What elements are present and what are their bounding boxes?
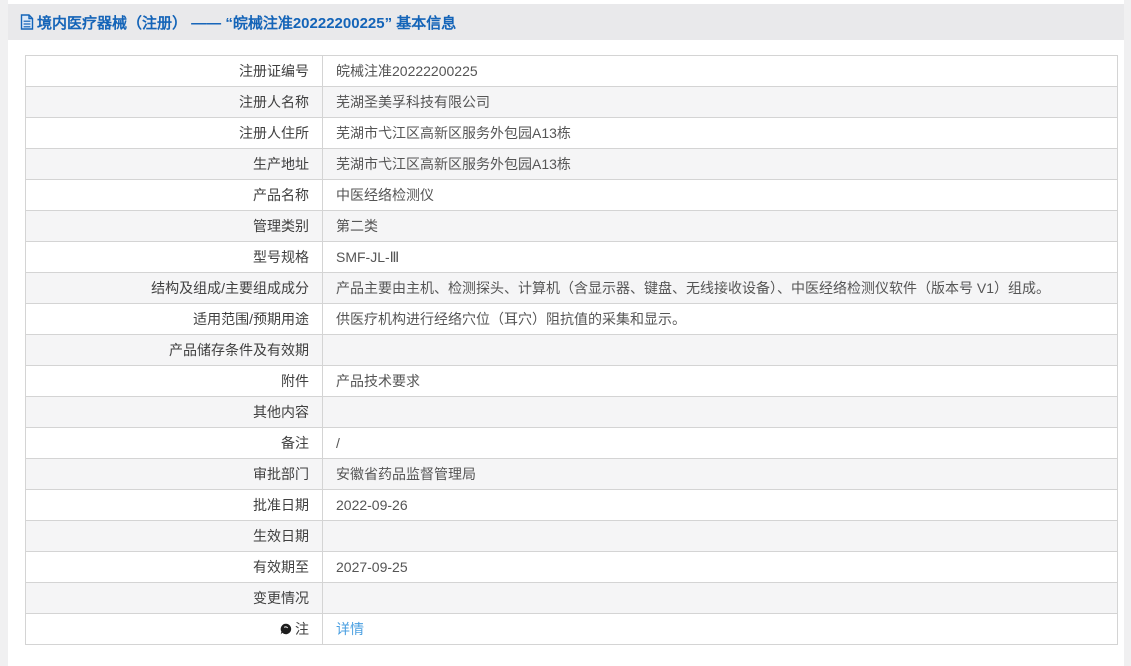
table-row: 变更情况 xyxy=(25,582,1118,614)
row-value: 详情 xyxy=(322,613,1118,645)
row-value: 芜湖市弋江区高新区服务外包园A13栋 xyxy=(322,117,1118,149)
row-label: 批准日期 xyxy=(25,489,323,521)
row-label: 型号规格 xyxy=(25,241,323,273)
row-value: 2022-09-26 xyxy=(322,489,1118,521)
row-label: 审批部门 xyxy=(25,458,323,490)
table-row: 适用范围/预期用途 供医疗机构进行经络穴位（耳穴）阻抗值的采集和显示。 xyxy=(25,303,1118,335)
table-row: 批准日期 2022-09-26 xyxy=(25,489,1118,521)
row-value: 皖械注准20222200225 xyxy=(322,55,1118,87)
row-value: / xyxy=(322,427,1118,459)
row-label: 产品名称 xyxy=(25,179,323,211)
row-label: 注 xyxy=(25,613,323,645)
row-value: 产品主要由主机、检测探头、计算机（含显示器、键盘、无线接收设备）、中医经络检测仪… xyxy=(322,272,1118,304)
row-label: 变更情况 xyxy=(25,582,323,614)
table-row: 结构及组成/主要组成成分 产品主要由主机、检测探头、计算机（含显示器、键盘、无线接… xyxy=(25,272,1118,304)
row-label: 备注 xyxy=(25,427,323,459)
table-row: 生效日期 xyxy=(25,520,1118,552)
row-label: 其他内容 xyxy=(25,396,323,428)
table-row: 生产地址 芜湖市弋江区高新区服务外包园A13栋 xyxy=(25,148,1118,180)
page-header: 境内医疗器械（注册） —— “皖械注准20222200225” 基本信息 xyxy=(8,4,1124,40)
row-value: 芜湖圣美孚科技有限公司 xyxy=(322,86,1118,118)
table-row: 管理类别 第二类 xyxy=(25,210,1118,242)
row-value: 供医疗机构进行经络穴位（耳穴）阻抗值的采集和显示。 xyxy=(322,303,1118,335)
registration-info-table: 注册证编号 皖械注准20222200225 注册人名称 芜湖圣美孚科技有限公司 注册人住… xyxy=(25,55,1118,645)
row-label: 管理类别 xyxy=(25,210,323,242)
table-row: 产品储存条件及有效期 xyxy=(25,334,1118,366)
row-value: 芜湖市弋江区高新区服务外包园A13栋 xyxy=(322,148,1118,180)
table-row: 审批部门 安徽省药品监督管理局 xyxy=(25,458,1118,490)
row-label: 附件 xyxy=(25,365,323,397)
content-panel: 境内医疗器械（注册） —— “皖械注准20222200225” 基本信息 注册证… xyxy=(8,0,1124,666)
row-value: 中医经络检测仪 xyxy=(322,179,1118,211)
table-row: 附件 产品技术要求 xyxy=(25,365,1118,397)
row-value: 安徽省药品监督管理局 xyxy=(322,458,1118,490)
row-label: 生产地址 xyxy=(25,148,323,180)
row-label: 有效期至 xyxy=(25,551,323,583)
row-label: 注册人住所 xyxy=(25,117,323,149)
row-label: 注册人名称 xyxy=(25,86,323,118)
table-row: 型号规格 SMF-JL-Ⅲ xyxy=(25,241,1118,273)
row-value xyxy=(322,334,1118,366)
row-label: 生效日期 xyxy=(25,520,323,552)
table-row: 注册人名称 芜湖圣美孚科技有限公司 xyxy=(25,86,1118,118)
row-value xyxy=(322,582,1118,614)
document-icon xyxy=(20,14,34,30)
row-value: 第二类 xyxy=(322,210,1118,242)
row-value: SMF-JL-Ⅲ xyxy=(322,241,1118,273)
table-row: 注册证编号 皖械注准20222200225 xyxy=(25,55,1118,87)
page: 境内医疗器械（注册） —— “皖械注准20222200225” 基本信息 注册证… xyxy=(0,0,1131,666)
row-value xyxy=(322,396,1118,428)
table-row: 产品名称 中医经络检测仪 xyxy=(25,179,1118,211)
row-value xyxy=(322,520,1118,552)
detail-link[interactable]: 详情 xyxy=(336,621,364,637)
row-value: 产品技术要求 xyxy=(322,365,1118,397)
comment-icon xyxy=(280,623,292,635)
row-label: 适用范围/预期用途 xyxy=(25,303,323,335)
table-row: 注详情 xyxy=(25,613,1118,645)
table-row: 有效期至 2027-09-25 xyxy=(25,551,1118,583)
row-value: 2027-09-25 xyxy=(322,551,1118,583)
info-table-body: 注册证编号 皖械注准20222200225 注册人名称 芜湖圣美孚科技有限公司 注册人住… xyxy=(25,55,1118,645)
row-label: 产品储存条件及有效期 xyxy=(25,334,323,366)
table-row: 其他内容 xyxy=(25,396,1118,428)
row-label: 注册证编号 xyxy=(25,55,323,87)
table-row: 备注 / xyxy=(25,427,1118,459)
row-label: 结构及组成/主要组成成分 xyxy=(25,272,323,304)
page-title: 境内医疗器械（注册） —— “皖械注准20222200225” 基本信息 xyxy=(37,14,457,32)
table-row: 注册人住所 芜湖市弋江区高新区服务外包园A13栋 xyxy=(25,117,1118,149)
